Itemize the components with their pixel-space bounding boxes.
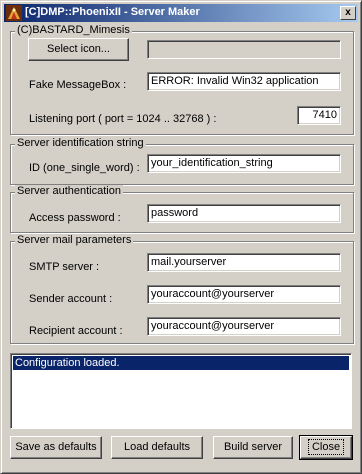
smtp-field[interactable]: mail.yourserver	[147, 253, 341, 272]
smtp-label: SMTP server :	[29, 261, 100, 273]
close-icon[interactable]: x	[340, 6, 356, 20]
authentication-group: Server authentication Access password : …	[10, 185, 354, 233]
sender-field[interactable]: youraccount@yourserver	[147, 285, 341, 304]
mail-group-label: Server mail parameters	[15, 234, 134, 246]
window-title: [C]DMP::PhoenixII - Server Maker	[25, 6, 200, 18]
log-line-selected[interactable]: Configuration loaded.	[13, 356, 349, 370]
authentication-group-label: Server authentication	[15, 185, 123, 197]
fake-messagebox-field[interactable]: ERROR: Invalid Win32 application	[147, 72, 341, 91]
select-icon-button[interactable]: Select icon...	[28, 38, 129, 61]
mail-group: Server mail parameters SMTP server : mai…	[10, 234, 354, 344]
build-server-label: Build server	[223, 441, 283, 453]
id-field[interactable]: your_identification_string	[147, 154, 341, 173]
title-bar[interactable]: [C]DMP::PhoenixII - Server Maker x	[4, 4, 358, 22]
app-icon	[6, 5, 22, 21]
id-label: ID (one_single_word) :	[29, 162, 140, 174]
sender-label: Sender account :	[29, 293, 113, 305]
close-button-label: Close	[307, 439, 345, 455]
mimesis-group: (C)BASTARD_Mimesis Select icon... Fake M…	[10, 24, 354, 135]
password-label: Access password :	[29, 212, 121, 224]
listening-port-field[interactable]: 7410	[297, 106, 341, 125]
build-server-button[interactable]: Build server	[213, 436, 293, 459]
log-list[interactable]: Configuration loaded.	[10, 353, 352, 429]
listening-port-label: Listening port ( port = 1024 .. 32768 ) …	[29, 113, 217, 125]
identification-group: Server identification string ID (one_sin…	[10, 137, 354, 185]
mimesis-group-label: (C)BASTARD_Mimesis	[15, 24, 132, 36]
identification-group-label: Server identification string	[15, 137, 146, 149]
server-maker-window: [C]DMP::PhoenixII - Server Maker x (C)BA…	[0, 0, 362, 474]
close-button[interactable]: Close	[299, 435, 353, 460]
icon-path-field	[147, 40, 341, 59]
recipient-label: Recipient account :	[29, 325, 123, 337]
save-defaults-button[interactable]: Save as defaults	[10, 436, 102, 459]
recipient-field[interactable]: youraccount@yourserver	[147, 317, 341, 336]
password-field[interactable]: password	[147, 204, 341, 223]
load-defaults-button[interactable]: Load defaults	[111, 436, 203, 459]
fake-messagebox-label: Fake MessageBox :	[29, 79, 127, 91]
